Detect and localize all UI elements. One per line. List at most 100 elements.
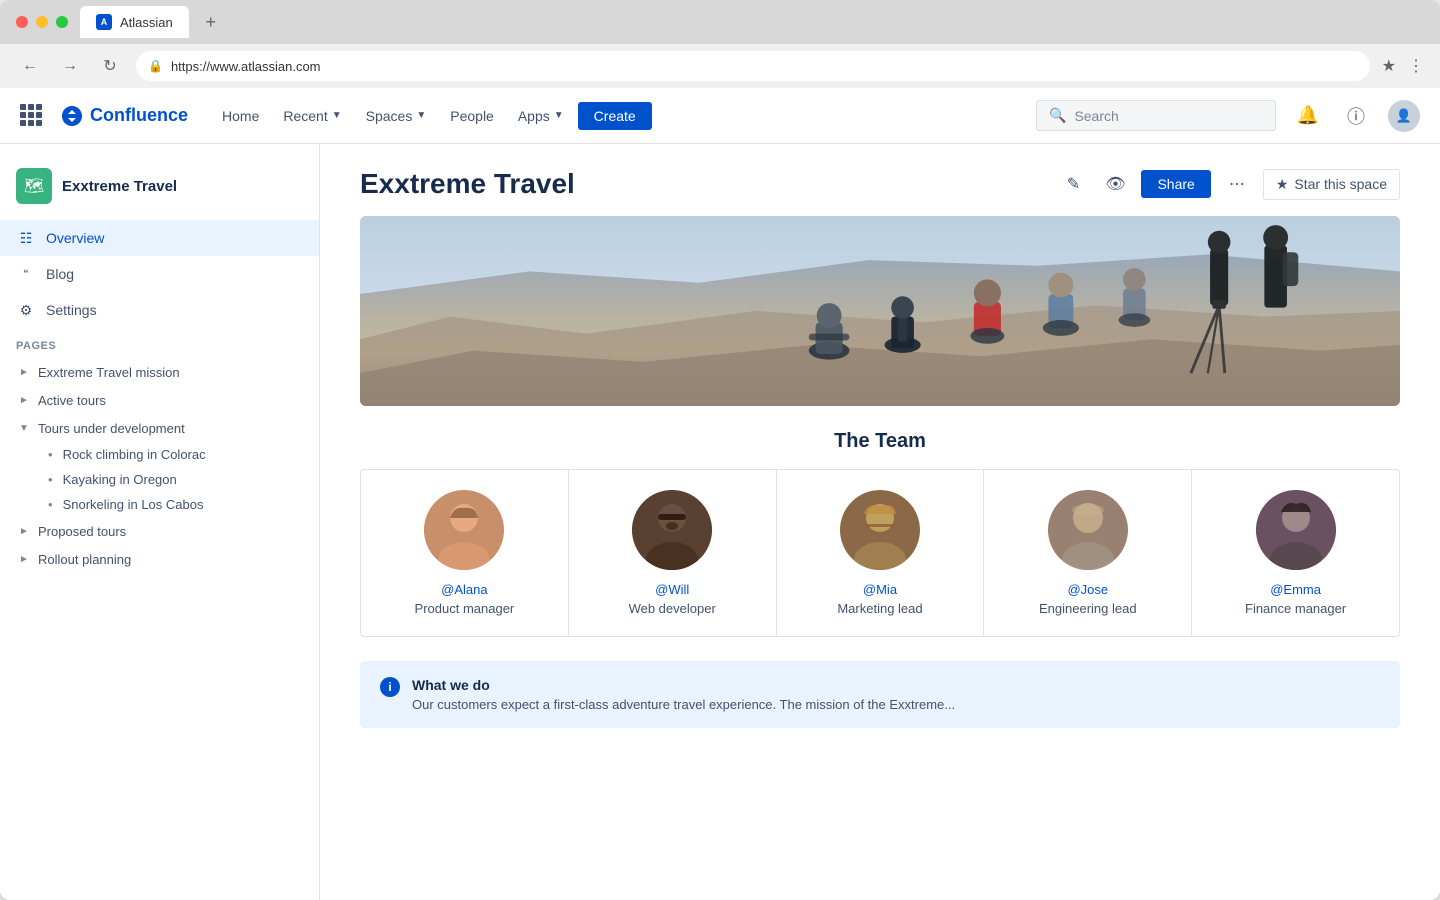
bookmark-button[interactable]: ★	[1382, 56, 1396, 76]
info-title: What we do	[412, 677, 955, 693]
star-space-button[interactable]: ★ Star this space	[1263, 169, 1400, 200]
notifications-button[interactable]: 🔔	[1292, 100, 1324, 132]
traffic-lights	[16, 16, 68, 28]
star-icon: ★	[1276, 176, 1289, 193]
space-header: 🗺 Exxtreme Travel	[0, 160, 319, 220]
member-handle-mia: @Mia	[863, 582, 897, 597]
browser-toolbar: ← → ↻ 🔒 https://www.atlassian.com ★ ⋮	[0, 44, 1440, 88]
more-actions-button[interactable]: ⋯	[1221, 168, 1253, 200]
team-member-alana: @Alana Product manager	[361, 470, 569, 636]
member-avatar-jose	[1048, 490, 1128, 570]
page-title: Exxtreme Travel	[360, 168, 1041, 200]
team-member-will: @Will Web developer	[569, 470, 777, 636]
browser-titlebar: A Atlassian +	[0, 0, 1440, 44]
sidebar-page-travel-mission[interactable]: ► Exxtreme Travel mission	[0, 358, 319, 386]
nav-spaces[interactable]: Spaces ▼	[356, 102, 437, 130]
member-avatar-alana	[424, 490, 504, 570]
team-grid: @Alana Product manager	[360, 469, 1400, 637]
lock-icon: 🔒	[148, 59, 163, 73]
overview-icon: ☷	[16, 228, 36, 248]
sidebar-page-rollout-planning[interactable]: ► Rollout planning	[0, 545, 319, 573]
bullet-icon: •	[48, 497, 53, 512]
team-title: The Team	[360, 430, 1400, 453]
main-layout: 🗺 Exxtreme Travel ☷ Overview “ Blog ⚙ Se…	[0, 144, 1440, 900]
hero-image	[360, 216, 1400, 406]
blog-icon: “	[16, 264, 36, 284]
sidebar-blog[interactable]: “ Blog	[0, 256, 319, 292]
app-switcher-button[interactable]	[20, 104, 44, 128]
active-tab[interactable]: A Atlassian	[80, 6, 189, 38]
member-role-mia: Marketing lead	[837, 601, 922, 616]
member-handle-will: @Will	[655, 582, 689, 597]
spaces-chevron: ▼	[416, 110, 426, 121]
sidebar-blog-label: Blog	[46, 266, 74, 282]
tab-title: Atlassian	[120, 15, 173, 30]
sidebar-subpage-snorkeling[interactable]: • Snorkeling in Los Cabos	[0, 492, 319, 517]
sidebar-settings[interactable]: ⚙ Settings	[0, 292, 319, 328]
logo-text: Confluence	[90, 105, 188, 126]
member-avatar-mia	[840, 490, 920, 570]
member-handle-emma: @Emma	[1270, 582, 1321, 597]
close-button[interactable]	[16, 16, 28, 28]
search-bar[interactable]: 🔍 Search	[1036, 100, 1276, 131]
sidebar-page-proposed-tours[interactable]: ► Proposed tours	[0, 517, 319, 545]
new-tab-button[interactable]: +	[197, 8, 225, 36]
expand-icon: ►	[16, 523, 32, 539]
browser-menu-button[interactable]: ⋮	[1408, 56, 1424, 76]
app-content: Confluence Home Recent ▼ Spaces ▼ People…	[0, 88, 1440, 900]
maximize-button[interactable]	[56, 16, 68, 28]
watch-button[interactable]: 👁	[1099, 168, 1131, 200]
sidebar-subpage-rock-climbing[interactable]: • Rock climbing in Colorac	[0, 442, 319, 467]
info-box: i What we do Our customers expect a firs…	[360, 661, 1400, 728]
sidebar-page-tours-development[interactable]: ▼ Tours under development	[0, 414, 319, 442]
search-icon: 🔍	[1049, 107, 1066, 124]
info-text: Our customers expect a first-class adven…	[412, 697, 955, 712]
space-icon: 🗺	[16, 168, 52, 204]
space-name: Exxtreme Travel	[62, 178, 177, 195]
nav-apps[interactable]: Apps ▼	[508, 102, 574, 130]
search-placeholder: Search	[1074, 108, 1118, 124]
member-role-alana: Product manager	[415, 601, 515, 616]
share-button[interactable]: Share	[1141, 170, 1210, 198]
edit-button[interactable]: ✎	[1057, 168, 1089, 200]
member-role-will: Web developer	[629, 601, 716, 616]
member-avatar-emma	[1256, 490, 1336, 570]
content-area: Exxtreme Travel ✎ 👁 Share ⋯ ★ Star this …	[320, 144, 1440, 900]
forward-button[interactable]: →	[56, 52, 84, 80]
sidebar-overview[interactable]: ☷ Overview	[0, 220, 319, 256]
url-text: https://www.atlassian.com	[171, 59, 321, 74]
back-button[interactable]: ←	[16, 52, 44, 80]
star-label: Star this space	[1294, 176, 1387, 192]
create-button[interactable]: Create	[578, 102, 652, 130]
nav-home[interactable]: Home	[212, 102, 269, 130]
tab-favicon: A	[96, 14, 112, 30]
top-nav: Confluence Home Recent ▼ Spaces ▼ People…	[0, 88, 1440, 144]
info-content: What we do Our customers expect a first-…	[412, 677, 955, 712]
member-role-emma: Finance manager	[1245, 601, 1346, 616]
member-handle-jose: @Jose	[1067, 582, 1108, 597]
expand-icon: ►	[16, 364, 32, 380]
apps-chevron: ▼	[554, 110, 564, 121]
minimize-button[interactable]	[36, 16, 48, 28]
nav-recent[interactable]: Recent ▼	[273, 102, 351, 130]
sidebar-subpage-kayaking[interactable]: • Kayaking in Oregon	[0, 467, 319, 492]
sidebar: 🗺 Exxtreme Travel ☷ Overview “ Blog ⚙ Se…	[0, 144, 320, 900]
recent-chevron: ▼	[332, 110, 342, 121]
confluence-logo[interactable]: Confluence	[60, 104, 188, 128]
member-handle-alana: @Alana	[441, 582, 487, 597]
address-bar[interactable]: 🔒 https://www.atlassian.com	[136, 51, 1370, 81]
info-icon: i	[380, 677, 400, 697]
expand-icon: ►	[16, 551, 32, 567]
nav-people[interactable]: People	[440, 102, 504, 130]
team-member-emma: @Emma Finance manager	[1192, 470, 1399, 636]
expand-icon: ▼	[16, 420, 32, 436]
tab-bar: A Atlassian +	[80, 6, 1424, 38]
bullet-icon: •	[48, 447, 53, 462]
profile-avatar[interactable]: 👤	[1388, 100, 1420, 132]
sidebar-page-active-tours[interactable]: ► Active tours	[0, 386, 319, 414]
browser-window: A Atlassian + ← → ↻ 🔒 https://www.atlass…	[0, 0, 1440, 900]
team-member-jose: @Jose Engineering lead	[984, 470, 1192, 636]
reload-button[interactable]: ↻	[96, 52, 124, 80]
help-button[interactable]: ⓘ	[1340, 100, 1372, 132]
team-section: The Team @Alana	[320, 406, 1440, 661]
